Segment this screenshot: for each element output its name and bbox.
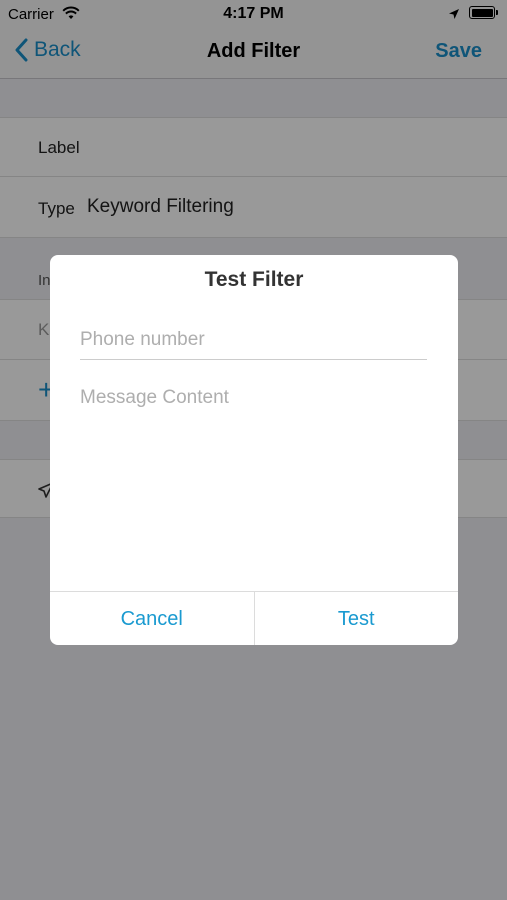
phone-number-input[interactable]: [80, 321, 427, 360]
cancel-button[interactable]: Cancel: [50, 592, 254, 645]
test-button[interactable]: Test: [253, 592, 459, 645]
dialog-actions: Cancel Test: [50, 591, 458, 645]
dialog-title: Test Filter: [204, 268, 304, 291]
message-content-input[interactable]: [80, 387, 427, 577]
test-filter-dialog: Test Filter Cancel Test: [50, 255, 458, 645]
